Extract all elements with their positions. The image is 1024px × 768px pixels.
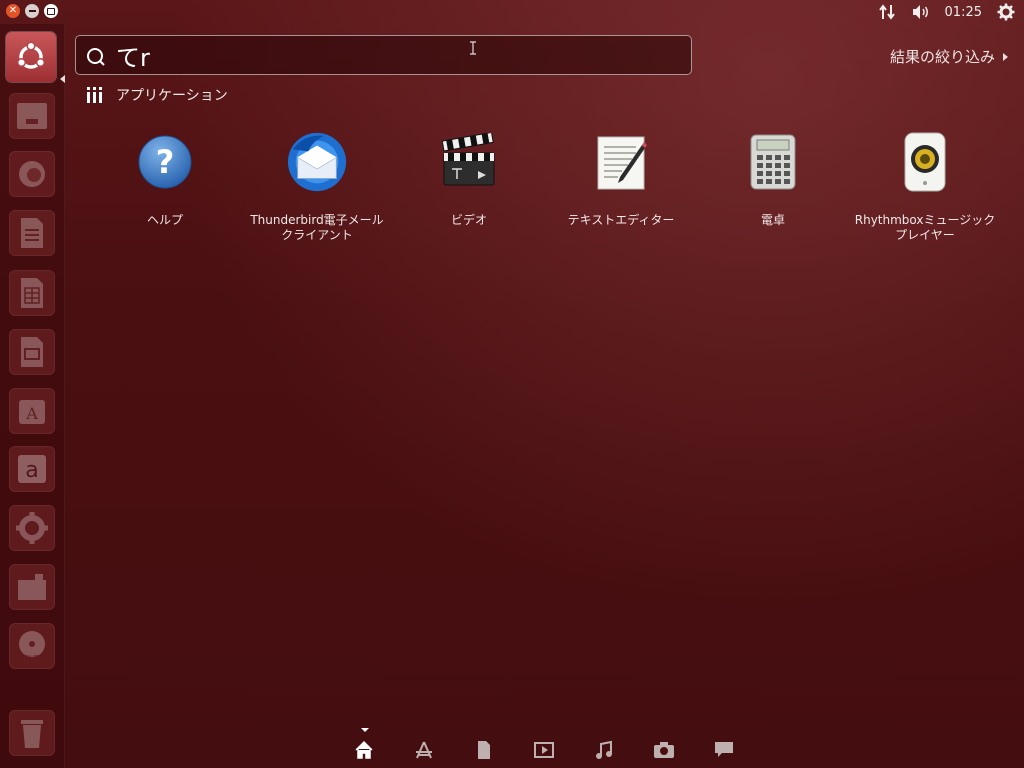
video-icon (534, 742, 554, 758)
home-icon (355, 740, 373, 759)
filter-results-label: 結果の絞り込み (889, 48, 995, 66)
search-icon (87, 48, 105, 66)
app-tile-text-editor[interactable]: テキストエディター (546, 124, 696, 254)
app-label: ヘルプ (146, 213, 183, 227)
launcher-item-trash[interactable] (9, 710, 55, 756)
thunderbird-icon (285, 130, 349, 194)
chevron-right-icon (1003, 52, 1008, 61)
camera-icon (654, 742, 674, 758)
video-clapper-icon (437, 130, 501, 194)
launcher-item-writer[interactable] (9, 210, 55, 256)
launcher-item-dvd[interactable]: DVD (9, 623, 55, 669)
svg-text:DVD: DVD (23, 654, 41, 663)
lens-files-button[interactable] (473, 739, 495, 761)
svg-text:?: ? (156, 143, 175, 181)
software-center-icon: A (19, 400, 45, 424)
dash-home-button[interactable] (6, 32, 56, 82)
network-updown-icon[interactable] (877, 2, 897, 22)
dvd-icon: DVD (19, 631, 45, 663)
filter-results-button[interactable]: 結果の絞り込み (890, 46, 1008, 67)
app-label: Thunderbird電子メール クライアント (250, 213, 384, 242)
writer-icon (21, 218, 43, 248)
launcher-item-files[interactable] (9, 93, 55, 139)
file-manager-icon (17, 103, 47, 129)
trash-icon (21, 720, 43, 748)
lens-video-button[interactable] (533, 739, 555, 761)
lens-applications-button[interactable] (413, 739, 435, 761)
app-tile-help[interactable]: ? ヘルプ (90, 124, 240, 254)
indicator-area: 01:25 (877, 0, 1016, 24)
launcher-item-firefox[interactable] (9, 151, 55, 197)
top-panel: ✕ 01:25 (0, 0, 1024, 24)
calculator-icon (741, 130, 805, 194)
window-controls: ✕ (6, 4, 58, 18)
launcher-item-workspace[interactable] (9, 564, 55, 610)
volume-icon[interactable] (911, 2, 931, 22)
app-label: 電卓 (760, 213, 785, 227)
launcher-item-system-settings[interactable] (9, 505, 55, 551)
lens-music-button[interactable] (593, 739, 615, 761)
spreadsheet-icon (21, 278, 43, 308)
music-icon (596, 740, 612, 759)
gear-icon[interactable] (996, 2, 1016, 22)
minimize-icon[interactable] (25, 4, 39, 18)
applications-lens-icon (416, 741, 432, 759)
chat-icon (715, 742, 733, 757)
launcher-item-amazon[interactable]: a (9, 446, 55, 492)
close-icon[interactable]: ✕ (6, 4, 20, 18)
presentation-icon (21, 337, 43, 367)
file-icon (478, 741, 490, 759)
app-label: ビデオ (450, 213, 487, 227)
browser-icon (19, 161, 45, 187)
amazon-icon: a (18, 455, 46, 483)
app-tile-rhythmbox[interactable]: Rhythmboxミュージック プレイヤー (850, 124, 1000, 254)
app-results-grid: ? ヘルプ Thunderbird電子メール クライアント ビデオ テキストエデ… (90, 124, 1010, 264)
search-box[interactable] (75, 35, 692, 75)
text-editor-icon (589, 130, 653, 194)
ubuntu-logo-icon (16, 41, 46, 69)
applications-icon (87, 87, 102, 103)
maximize-icon[interactable] (44, 4, 58, 18)
search-input[interactable] (116, 40, 676, 70)
help-icon: ? (133, 130, 197, 194)
app-label: テキストエディター (567, 213, 675, 227)
svg-text:a: a (25, 458, 38, 483)
launcher-item-software-center[interactable]: A (9, 388, 55, 434)
speaker-icon (893, 130, 957, 194)
settings-icon (16, 512, 48, 544)
lens-social-button[interactable] (713, 739, 735, 761)
lens-bar (340, 728, 760, 765)
app-tile-video[interactable]: ビデオ (394, 124, 544, 254)
launcher-active-arrow (60, 75, 65, 83)
category-label: アプリケーション (116, 88, 228, 104)
launcher: A a DVD (0, 24, 65, 768)
svg-text:A: A (25, 404, 38, 423)
app-label: Rhythmboxミュージック プレイヤー (854, 213, 996, 242)
active-lens-indicator (361, 728, 369, 732)
lens-home-button[interactable] (353, 739, 375, 761)
app-tile-calculator[interactable]: 電卓 (698, 124, 848, 254)
launcher-item-calc[interactable] (9, 270, 55, 316)
dash-background (0, 0, 1024, 768)
launcher-item-impress[interactable] (9, 329, 55, 375)
app-tile-thunderbird[interactable]: Thunderbird電子メール クライアント (242, 124, 392, 254)
clock[interactable]: 01:25 (945, 5, 982, 20)
lens-photos-button[interactable] (653, 739, 675, 761)
workspace-icon (18, 574, 46, 600)
category-header[interactable]: アプリケーション (86, 85, 228, 105)
ibeam-cursor-icon (470, 41, 476, 55)
